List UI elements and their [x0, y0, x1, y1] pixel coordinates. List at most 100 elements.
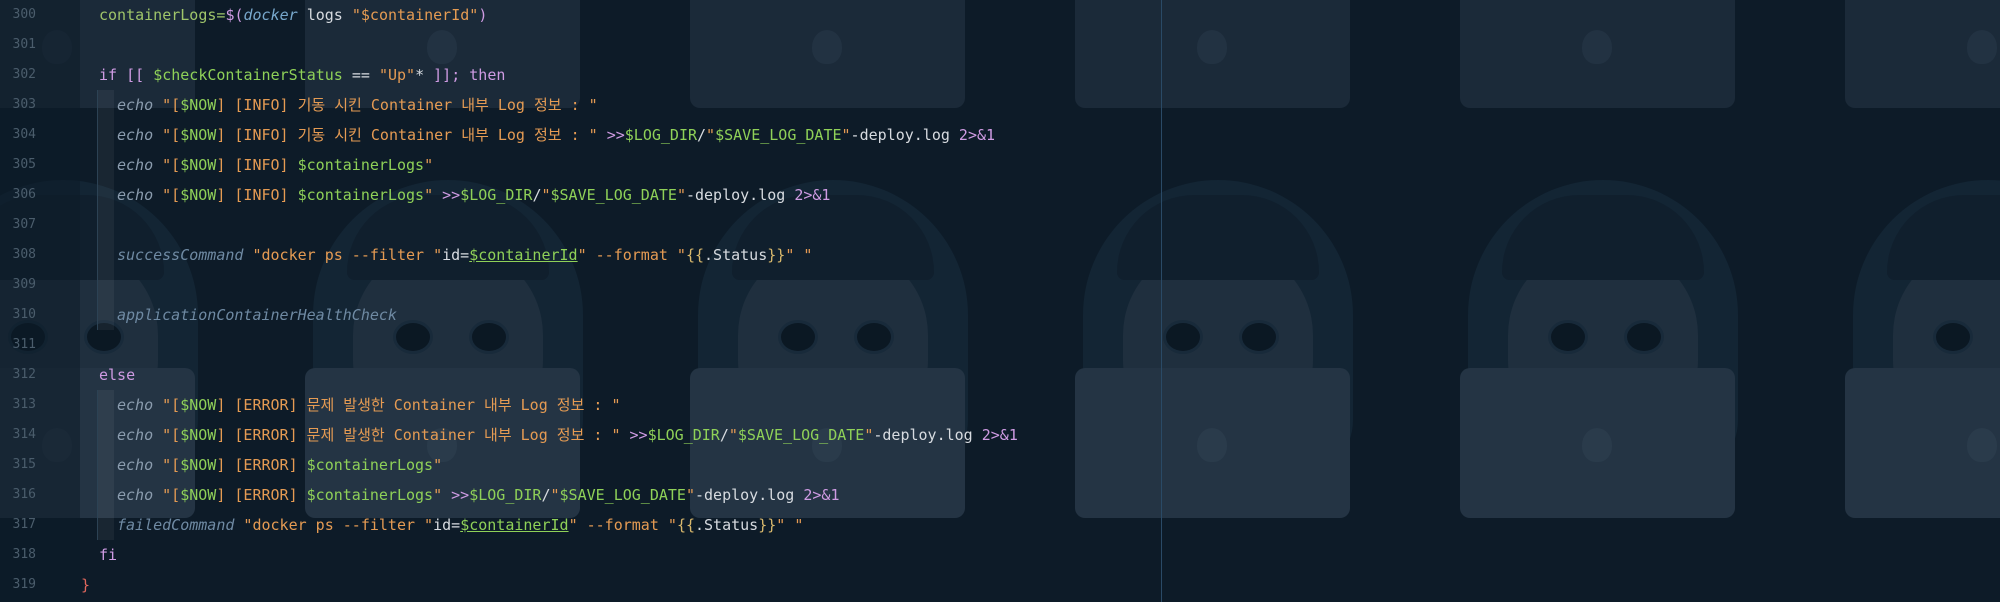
- code-line[interactable]: 317 failedCommand "docker ps --filter "id…: [0, 510, 2000, 540]
- code-line[interactable]: 308 successCommand "docker ps --filter "i…: [0, 240, 2000, 270]
- indent-guide: [97, 450, 114, 480]
- code-token: $containerId: [469, 246, 578, 264]
- code-text[interactable]: successCommand "docker ps --filter "id=$…: [117, 240, 812, 270]
- code-token: containerLogs=: [99, 6, 226, 24]
- code-token: ": [706, 126, 716, 144]
- code-token: -deploy.log: [685, 186, 795, 204]
- code-line[interactable]: 306 echo "[$NOW] [INFO] $containerLogs" >…: [0, 180, 2000, 210]
- indent-guide: [97, 270, 114, 300]
- code-text[interactable]: failedCommand "docker ps --filter "id=$c…: [117, 510, 803, 540]
- code-token: $containerLogs: [306, 456, 434, 474]
- code-token: $NOW: [180, 126, 217, 144]
- code-token: {{: [676, 516, 695, 534]
- code-text[interactable]: containerLogs=$(docker logs "$containerI…: [99, 0, 487, 30]
- code-line[interactable]: 312 else: [0, 360, 2000, 390]
- code-line[interactable]: 304 echo "[$NOW] [INFO] 기동 시킨 Container 내…: [0, 120, 2000, 150]
- indent-guide: [97, 510, 114, 540]
- code-line[interactable]: 316 echo "[$NOW] [ERROR] $containerLogs" …: [0, 480, 2000, 510]
- code-text[interactable]: }: [81, 570, 90, 600]
- code-token: -deploy.log: [850, 126, 959, 144]
- code-line[interactable]: 318 fi: [0, 540, 2000, 570]
- code-text[interactable]: echo "[$NOW] [INFO] $containerLogs": [117, 150, 433, 180]
- code-text[interactable]: fi: [99, 540, 117, 570]
- line-number: 315: [12, 457, 36, 472]
- line-number: 300: [12, 7, 36, 22]
- line-number: 318: [12, 547, 36, 562]
- code-editor[interactable]: 300 containerLogs=$(docker logs "$contain…: [0, 0, 2000, 602]
- code-token: ): [478, 6, 488, 24]
- code-token: "[: [153, 96, 181, 114]
- code-text[interactable]: echo "[$NOW] [INFO] $containerLogs" >>$L…: [117, 180, 830, 210]
- code-token: ": [541, 186, 551, 204]
- code-text[interactable]: applicationContainerHealthCheck: [117, 300, 397, 330]
- code-text[interactable]: echo "[$NOW] [ERROR] 문제 발생한 Container 내부…: [117, 420, 1018, 450]
- code-line[interactable]: 310 applicationContainerHealthCheck: [0, 300, 2000, 330]
- code-token: -deploy.log: [695, 486, 804, 504]
- line-number: 303: [12, 97, 36, 112]
- code-token: ]];: [433, 66, 470, 84]
- code-line[interactable]: 315 echo "[$NOW] [ERROR] $containerLogs": [0, 450, 2000, 480]
- code-token: 2>&1: [981, 426, 1018, 444]
- code-token: ] [INFO] 기동 시킨 Container 내부 Log 정보 : ": [216, 126, 607, 144]
- code-token: $containerLogs: [297, 186, 425, 204]
- code-token: echo: [117, 396, 154, 414]
- code-token: $NOW: [180, 156, 217, 174]
- code-token: ] [ERROR]: [216, 486, 307, 504]
- code-text[interactable]: echo "[$NOW] [ERROR] $containerLogs": [117, 450, 442, 480]
- code-line[interactable]: 311: [0, 330, 2000, 360]
- code-line[interactable]: 307: [0, 210, 2000, 240]
- code-token: "[: [153, 156, 181, 174]
- code-token: ": [841, 126, 851, 144]
- code-token: ": [424, 186, 443, 204]
- line-number: 301: [12, 37, 36, 52]
- code-line[interactable]: 309: [0, 270, 2000, 300]
- code-token: ] [ERROR] 문제 발생한 Container 내부 Log 정보 : ": [216, 426, 630, 444]
- code-token: ": [728, 426, 738, 444]
- code-line[interactable]: 301: [0, 30, 2000, 60]
- line-number: 311: [12, 337, 36, 352]
- code-text[interactable]: echo "[$NOW] [ERROR] 문제 발생한 Container 내부…: [117, 390, 621, 420]
- code-token: ": [550, 486, 560, 504]
- code-token: $SAVE_LOG_DATE: [715, 126, 842, 144]
- indent-guide: [97, 420, 114, 450]
- code-token: }: [81, 576, 91, 594]
- code-token: echo: [117, 96, 154, 114]
- indent-guide: [97, 240, 114, 270]
- code-token: ": [676, 186, 686, 204]
- code-token: " ": [785, 246, 813, 264]
- code-token: echo: [117, 156, 154, 174]
- code-line[interactable]: 313 echo "[$NOW] [ERROR] 문제 발생한 Container…: [0, 390, 2000, 420]
- code-token: echo: [117, 426, 154, 444]
- code-line[interactable]: 314 echo "[$NOW] [ERROR] 문제 발생한 Container…: [0, 420, 2000, 450]
- code-token: ": [433, 456, 443, 474]
- line-number: 308: [12, 247, 36, 262]
- code-token: $NOW: [180, 396, 217, 414]
- code-token: fi: [99, 546, 118, 564]
- code-token: ] [INFO]: [216, 186, 298, 204]
- code-text[interactable]: else: [99, 360, 135, 390]
- code-text[interactable]: echo "[$NOW] [INFO] 기동 시킨 Container 내부 L…: [117, 120, 995, 150]
- code-line[interactable]: 300 containerLogs=$(docker logs "$contain…: [0, 0, 2000, 30]
- code-text[interactable]: echo "[$NOW] [INFO] 기동 시킨 Container 내부 L…: [117, 90, 598, 120]
- code-token: }}: [758, 516, 777, 534]
- code-line[interactable]: 305 echo "[$NOW] [INFO] $containerLogs": [0, 150, 2000, 180]
- line-number: 310: [12, 307, 36, 322]
- code-line[interactable]: 303 echo "[$NOW] [INFO] 기동 시킨 Container 내…: [0, 90, 2000, 120]
- code-token: $SAVE_LOG_DATE: [559, 486, 686, 504]
- code-token: *: [415, 66, 434, 84]
- code-line[interactable]: 319}: [0, 570, 2000, 600]
- code-token: echo: [117, 486, 154, 504]
- code-line[interactable]: 302 if [[ $checkContainerStatus == "Up"* …: [0, 60, 2000, 90]
- code-token: >>: [606, 126, 625, 144]
- code-text[interactable]: if [[ $checkContainerStatus == "Up"* ]];…: [99, 60, 505, 90]
- code-token: $(: [225, 6, 244, 24]
- code-token: $NOW: [180, 426, 217, 444]
- code-token: 2>&1: [958, 126, 996, 144]
- code-token: "[: [153, 186, 181, 204]
- line-number: 306: [12, 187, 36, 202]
- code-text[interactable]: echo "[$NOW] [ERROR] $containerLogs" >>$…: [117, 480, 840, 510]
- code-token: id=: [442, 246, 470, 264]
- code-token: /: [541, 486, 551, 504]
- code-token: "[: [153, 396, 181, 414]
- code-token: echo: [117, 456, 154, 474]
